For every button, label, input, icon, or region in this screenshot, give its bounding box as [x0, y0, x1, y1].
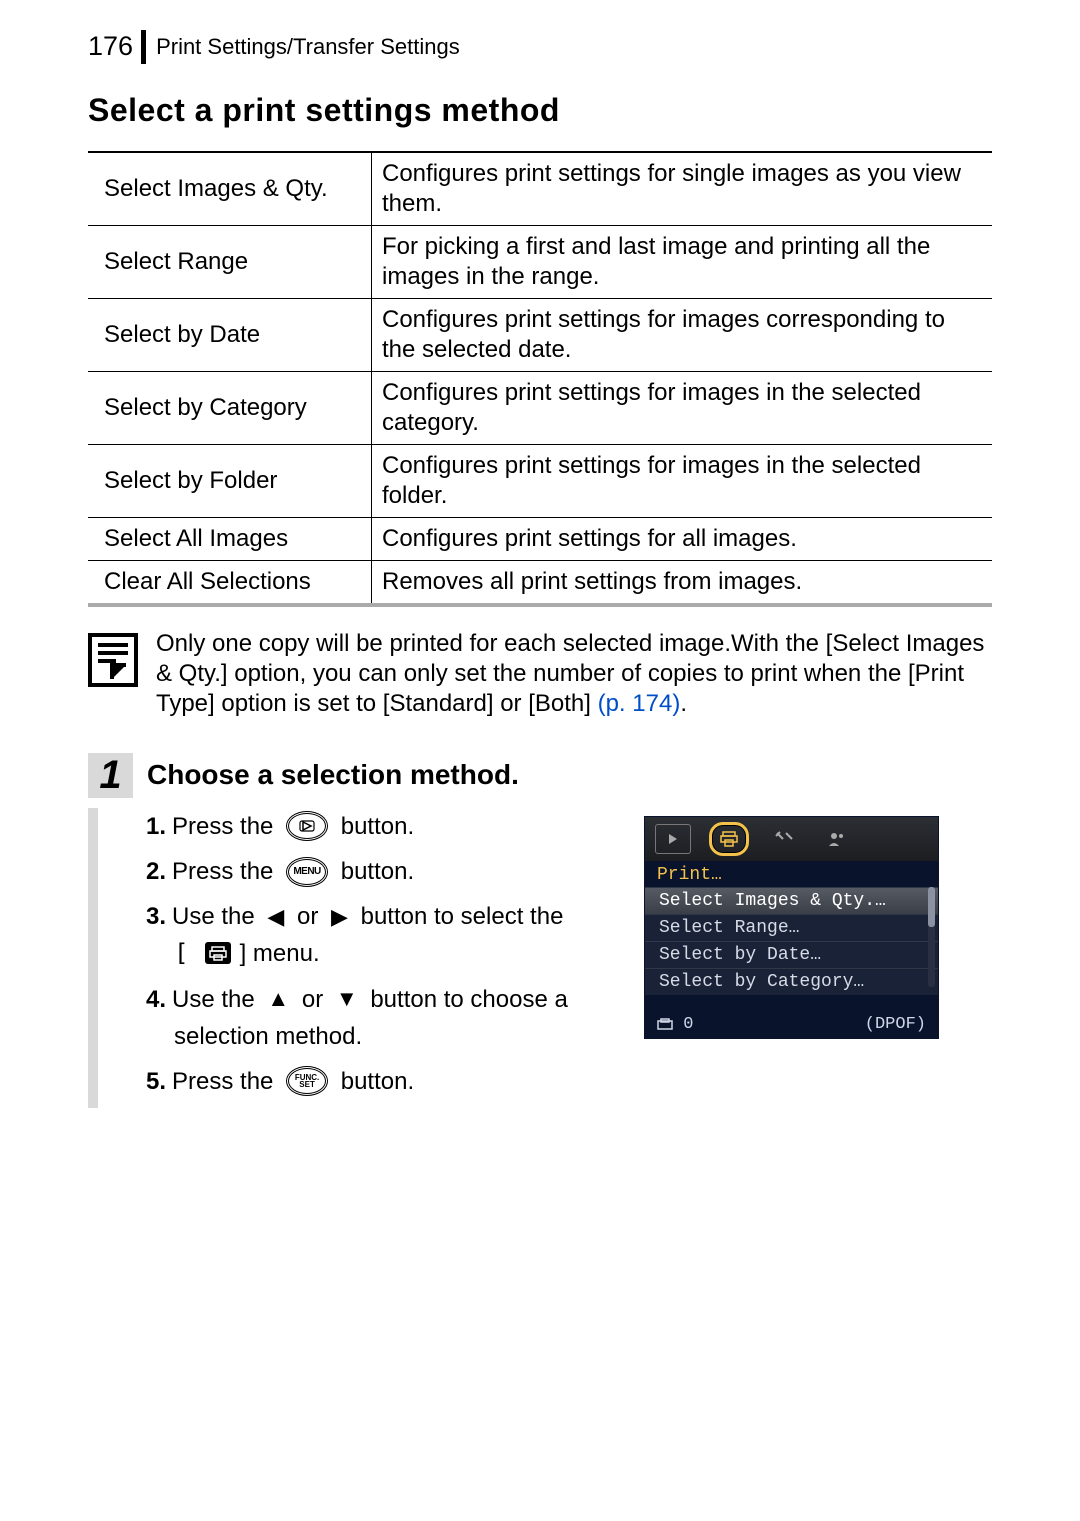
method-name: Select Range — [88, 226, 372, 298]
ins-text: button. — [334, 1063, 414, 1100]
camera-menu-list: Select Images & Qty.… Select Range… Sele… — [645, 887, 938, 995]
step-title: Choose a selection method. — [133, 753, 519, 798]
camera-menu-item: Select Range… — [645, 914, 938, 941]
camera-tab-tools-icon — [767, 825, 801, 853]
instruction-list: 1. Press the button. 2. Press the MENU b… — [146, 808, 626, 1108]
method-name: Select Images & Qty. — [88, 153, 372, 225]
camera-footer: 0 (DPOF) — [645, 1012, 938, 1038]
ins-text-cont: selection method. — [174, 1018, 362, 1055]
method-desc: Configures print settings for images in … — [372, 372, 992, 444]
method-desc: For picking a first and last image and p… — [372, 226, 992, 298]
method-desc: Removes all print settings from images. — [372, 561, 992, 603]
page-header: 176 Print Settings/Transfer Settings — [88, 30, 992, 64]
table-row: Select by Category Configures print sett… — [88, 372, 992, 445]
table-row: Select All Images Configures print setti… — [88, 518, 992, 561]
methods-table: Select Images & Qty. Configures print se… — [88, 151, 992, 607]
print-menu-tab-icon — [205, 942, 231, 964]
func-label-bottom: SET — [299, 1081, 315, 1088]
camera-footer-right: (DPOF) — [865, 1015, 926, 1034]
method-desc: Configures print settings for images in … — [372, 445, 992, 517]
section-title: Print Settings/Transfer Settings — [146, 34, 460, 60]
ins-text: or — [290, 898, 325, 935]
ins-text: button to select the — [354, 898, 563, 935]
camera-tab-user-icon — [819, 825, 853, 853]
note-text: Only one copy will be printed for each s… — [156, 629, 992, 719]
left-arrow-icon: ◀ — [267, 900, 284, 934]
table-row: Select by Folder Configures print settin… — [88, 445, 992, 518]
instruction-1: 1. Press the button. — [146, 808, 626, 845]
ins-number: 2. — [146, 853, 166, 890]
ins-text: Press the — [172, 853, 280, 890]
table-row: Select Images & Qty. Configures print se… — [88, 153, 992, 226]
instruction-2: 2. Press the MENU button. — [146, 853, 626, 890]
camera-menu-title: Print… — [645, 861, 938, 887]
camera-menu-item-selected: Select Images & Qty.… — [645, 887, 938, 914]
ins-text: Use the — [172, 981, 261, 1018]
note-icon — [88, 633, 138, 687]
table-row: Select by Date Configures print settings… — [88, 299, 992, 372]
playback-button-icon — [286, 811, 328, 841]
ins-text: button. — [334, 853, 414, 890]
up-arrow-icon: ▲ — [267, 982, 289, 1016]
ins-number: 1. — [146, 808, 166, 845]
method-desc: Configures print settings for images cor… — [372, 299, 992, 371]
ins-text-cont: [ ] menu. — [174, 935, 320, 972]
bracket-open: [ — [174, 939, 203, 967]
step-number: 1 — [88, 753, 133, 798]
method-name: Select by Date — [88, 299, 372, 371]
method-name: Select by Category — [88, 372, 372, 444]
camera-menu-item: Select by Date… — [645, 941, 938, 968]
camera-footer-count: 0 — [683, 1015, 693, 1034]
instruction-3: 3. Use the ◀ or ▶ button to select the [… — [146, 898, 626, 972]
instruction-5: 5. Press the FUNC. SET button. — [146, 1063, 626, 1100]
camera-scrollbar — [928, 887, 935, 987]
ins-text: ] menu. — [240, 940, 320, 967]
step-body: 1. Press the button. 2. Press the MENU b… — [88, 808, 992, 1108]
page-reference-link[interactable]: (p. 174) — [598, 690, 681, 717]
ins-text: button. — [334, 808, 414, 845]
note-callout: Only one copy will be printed for each s… — [88, 629, 992, 719]
ins-text: Press the — [172, 1063, 280, 1100]
right-arrow-icon: ▶ — [331, 900, 348, 934]
camera-screenshot: Print… Select Images & Qty.… Select Rang… — [644, 816, 939, 1039]
ins-number: 4. — [146, 981, 166, 1018]
camera-scrollbar-thumb — [928, 887, 935, 927]
ins-text: or — [295, 981, 330, 1018]
ins-number: 5. — [146, 1063, 166, 1100]
page-number: 176 — [88, 30, 146, 64]
table-row: Clear All Selections Removes all print s… — [88, 561, 992, 603]
method-name: Clear All Selections — [88, 561, 372, 603]
menu-button-icon: MENU — [286, 857, 328, 887]
camera-tab-print-icon — [709, 822, 749, 856]
note-tail: . — [680, 690, 687, 717]
instruction-4: 4. Use the ▲ or ▼ button to choose a sel… — [146, 981, 626, 1055]
note-body: Only one copy will be printed for each s… — [156, 630, 984, 717]
page-title: Select a print settings method — [88, 92, 992, 129]
ins-text: Press the — [172, 808, 280, 845]
step-block: 1 Choose a selection method. 1. Press th… — [88, 753, 992, 1108]
ins-text: Use the — [172, 898, 261, 935]
method-name: Select by Folder — [88, 445, 372, 517]
ins-number: 3. — [146, 898, 166, 935]
ins-text: button to choose a — [364, 981, 568, 1018]
camera-menu-item: Select by Category… — [645, 968, 938, 995]
camera-footer-left: 0 — [657, 1015, 693, 1034]
method-name: Select All Images — [88, 518, 372, 560]
step-header: 1 Choose a selection method. — [88, 753, 992, 798]
method-desc: Configures print settings for all images… — [372, 518, 992, 560]
func-set-button-icon: FUNC. SET — [286, 1066, 328, 1096]
method-desc: Configures print settings for single ima… — [372, 153, 992, 225]
table-row: Select Range For picking a first and las… — [88, 226, 992, 299]
down-arrow-icon: ▼ — [336, 982, 358, 1016]
camera-tab-bar — [645, 817, 938, 861]
camera-tab-play-icon — [655, 824, 691, 854]
manual-page: 176 Print Settings/Transfer Settings Sel… — [0, 0, 1080, 1521]
